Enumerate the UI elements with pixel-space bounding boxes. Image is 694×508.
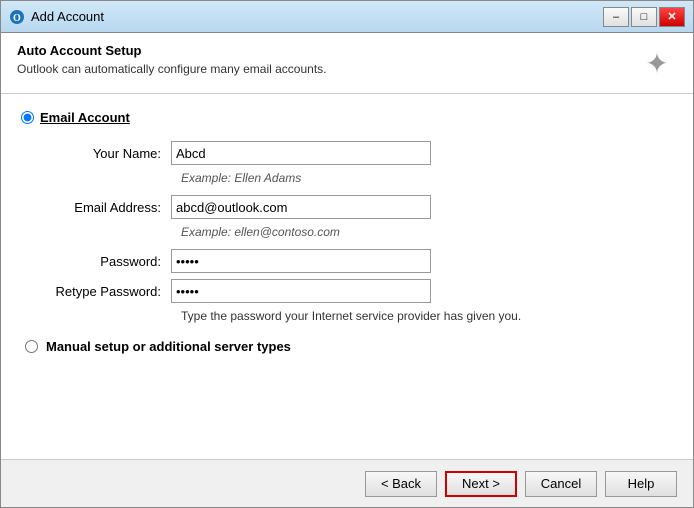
email-address-label: Email Address: — [41, 200, 171, 215]
password-input[interactable] — [171, 249, 431, 273]
your-name-row: Your Name: — [41, 141, 673, 165]
retype-password-row: Retype Password: — [41, 279, 673, 303]
your-name-input[interactable] — [171, 141, 431, 165]
password-row: Password: — [41, 249, 673, 273]
auto-setup-description: Outlook can automatically configure many… — [17, 62, 327, 76]
auto-setup-text: Auto Account Setup Outlook can automatic… — [17, 43, 327, 76]
auto-setup-heading: Auto Account Setup — [17, 43, 327, 58]
outlook-icon: O — [9, 9, 25, 25]
password-label: Password: — [41, 254, 171, 269]
close-button[interactable]: ✕ — [659, 7, 685, 27]
retype-password-label: Retype Password: — [41, 284, 171, 299]
title-bar-left: O Add Account — [9, 9, 104, 25]
cancel-button[interactable]: Cancel — [525, 471, 597, 497]
email-address-hint-row: Example: ellen@contoso.com — [41, 225, 673, 239]
window-title: Add Account — [31, 9, 104, 24]
form-section: Your Name: Example: Ellen Adams Email Ad… — [21, 141, 673, 323]
email-account-radio-group: Email Account — [21, 110, 673, 125]
next-button[interactable]: Next > — [445, 471, 517, 497]
auto-setup-banner: Auto Account Setup Outlook can automatic… — [1, 33, 693, 94]
back-button[interactable]: < Back — [365, 471, 437, 497]
dialog-content: Auto Account Setup Outlook can automatic… — [1, 33, 693, 507]
password-hint-text: Type the password your Internet service … — [181, 309, 521, 323]
footer: < Back Next > Cancel Help — [1, 459, 693, 507]
email-address-hint: Example: ellen@contoso.com — [181, 225, 340, 239]
main-form: Email Account Your Name: Example: Ellen … — [1, 94, 693, 459]
email-account-radio[interactable] — [21, 111, 34, 124]
help-button[interactable]: Help — [605, 471, 677, 497]
manual-setup-label[interactable]: Manual setup or additional server types — [46, 339, 291, 354]
auto-setup-icon: ✦ — [637, 43, 677, 83]
manual-setup-row: Manual setup or additional server types — [21, 339, 673, 354]
add-account-window: O Add Account – □ ✕ Auto Account Setup O… — [0, 0, 694, 508]
svg-text:O: O — [13, 13, 21, 24]
retype-password-input[interactable] — [171, 279, 431, 303]
maximize-button[interactable]: □ — [631, 7, 657, 27]
email-address-row: Email Address: — [41, 195, 673, 219]
email-account-label[interactable]: Email Account — [40, 110, 130, 125]
email-address-input[interactable] — [171, 195, 431, 219]
title-bar-controls: – □ ✕ — [603, 7, 685, 27]
your-name-hint-row: Example: Ellen Adams — [41, 171, 673, 185]
your-name-hint: Example: Ellen Adams — [181, 171, 301, 185]
your-name-label: Your Name: — [41, 146, 171, 161]
password-hint-row: Type the password your Internet service … — [41, 309, 673, 323]
manual-setup-radio[interactable] — [25, 340, 38, 353]
title-bar: O Add Account – □ ✕ — [1, 1, 693, 33]
minimize-button[interactable]: – — [603, 7, 629, 27]
